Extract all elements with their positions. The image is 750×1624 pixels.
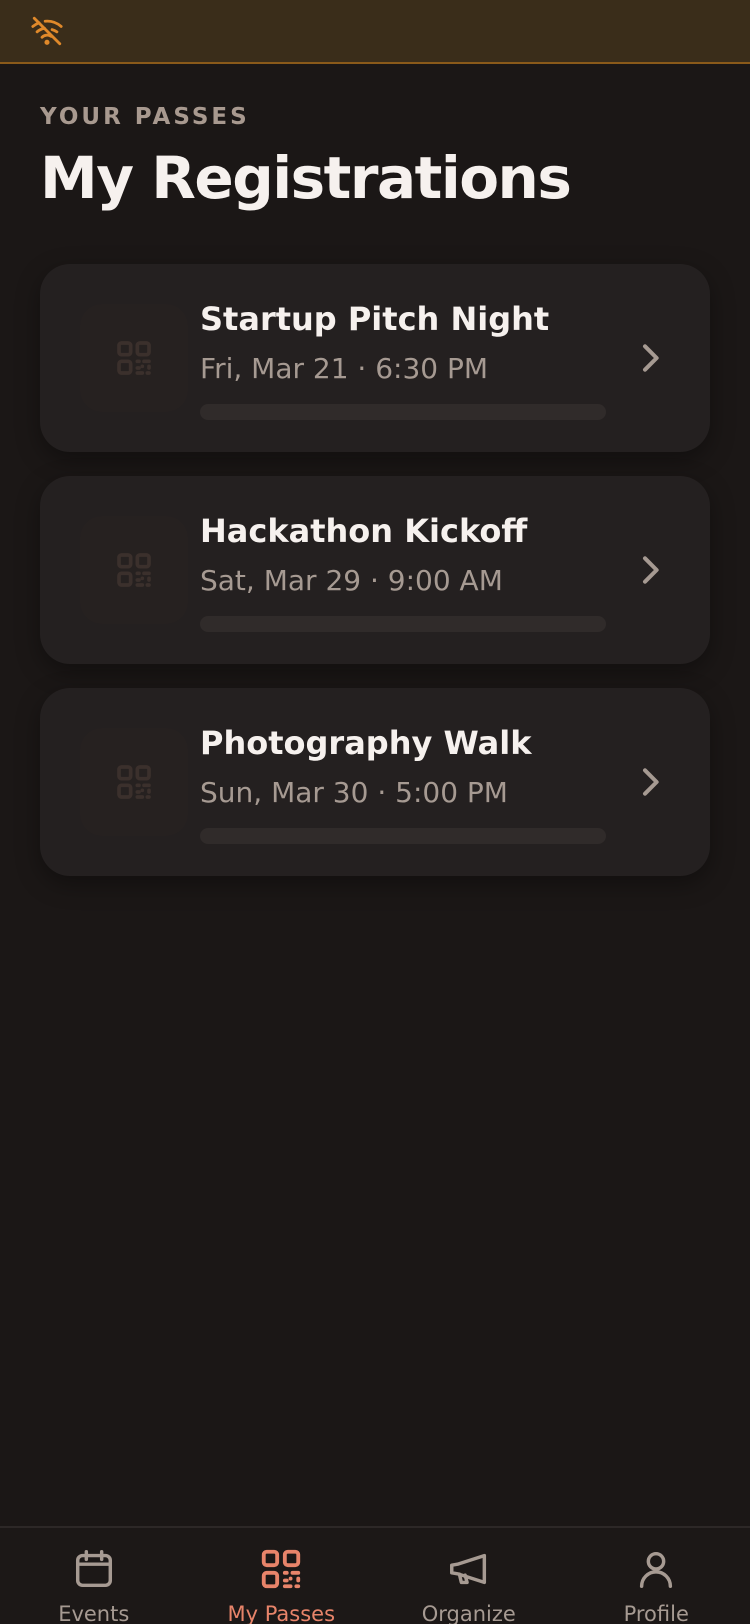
chevron-right-icon [643,556,659,584]
qr-code-icon [262,1549,301,1589]
qr-code-icon [117,341,151,375]
registrations-list: Startup Pitch Night Fri, Mar 21 · 6:30 P… [40,264,710,900]
tab-my-passes[interactable]: My Passes [188,1528,376,1624]
page-title: My Registrations [40,144,572,212]
pass-thumbnail [80,728,188,836]
wifi-off-icon [31,16,63,46]
tab-label: Events [58,1602,130,1624]
event-name: Startup Pitch Night [200,300,550,338]
qr-code-icon [117,553,151,587]
registration-card[interactable]: Startup Pitch Night Fri, Mar 21 · 6:30 P… [40,264,710,452]
section-eyebrow: YOUR PASSES [40,104,250,130]
event-name: Photography Walk [200,724,532,762]
pass-thumbnail [80,516,188,624]
event-datetime: Sat, Mar 29 · 9:00 AM [200,564,503,597]
chevron-right-icon [643,768,659,796]
progress-bar [200,404,606,420]
user-icon [640,1551,673,1588]
registration-card[interactable]: Hackathon Kickoff Sat, Mar 29 · 9:00 AM [40,476,710,664]
offline-status-bar [0,0,750,64]
progress-bar [200,828,606,844]
tab-profile[interactable]: Profile [563,1528,750,1624]
tab-organize[interactable]: Organize [375,1528,563,1624]
pass-thumbnail [80,304,188,412]
calendar-icon [75,1550,112,1588]
bottom-tab-bar: Events My Passes Organize Profile [0,1526,750,1624]
chevron-right-icon [643,344,659,372]
tab-label: My Passes [227,1602,336,1624]
megaphone-icon [449,1553,486,1585]
progress-bar [200,616,606,632]
tab-label: Organize [421,1602,516,1624]
my-registrations-screen: YOUR PASSES My Registrations Startup Pit… [0,0,750,1624]
registration-card[interactable]: Photography Walk Sun, Mar 30 · 5:00 PM [40,688,710,876]
event-datetime: Sun, Mar 30 · 5:00 PM [200,776,508,809]
qr-code-icon [117,765,151,799]
event-datetime: Fri, Mar 21 · 6:30 PM [200,352,489,385]
event-name: Hackathon Kickoff [200,512,528,550]
tab-label: Profile [623,1602,689,1624]
tab-events[interactable]: Events [0,1528,188,1624]
